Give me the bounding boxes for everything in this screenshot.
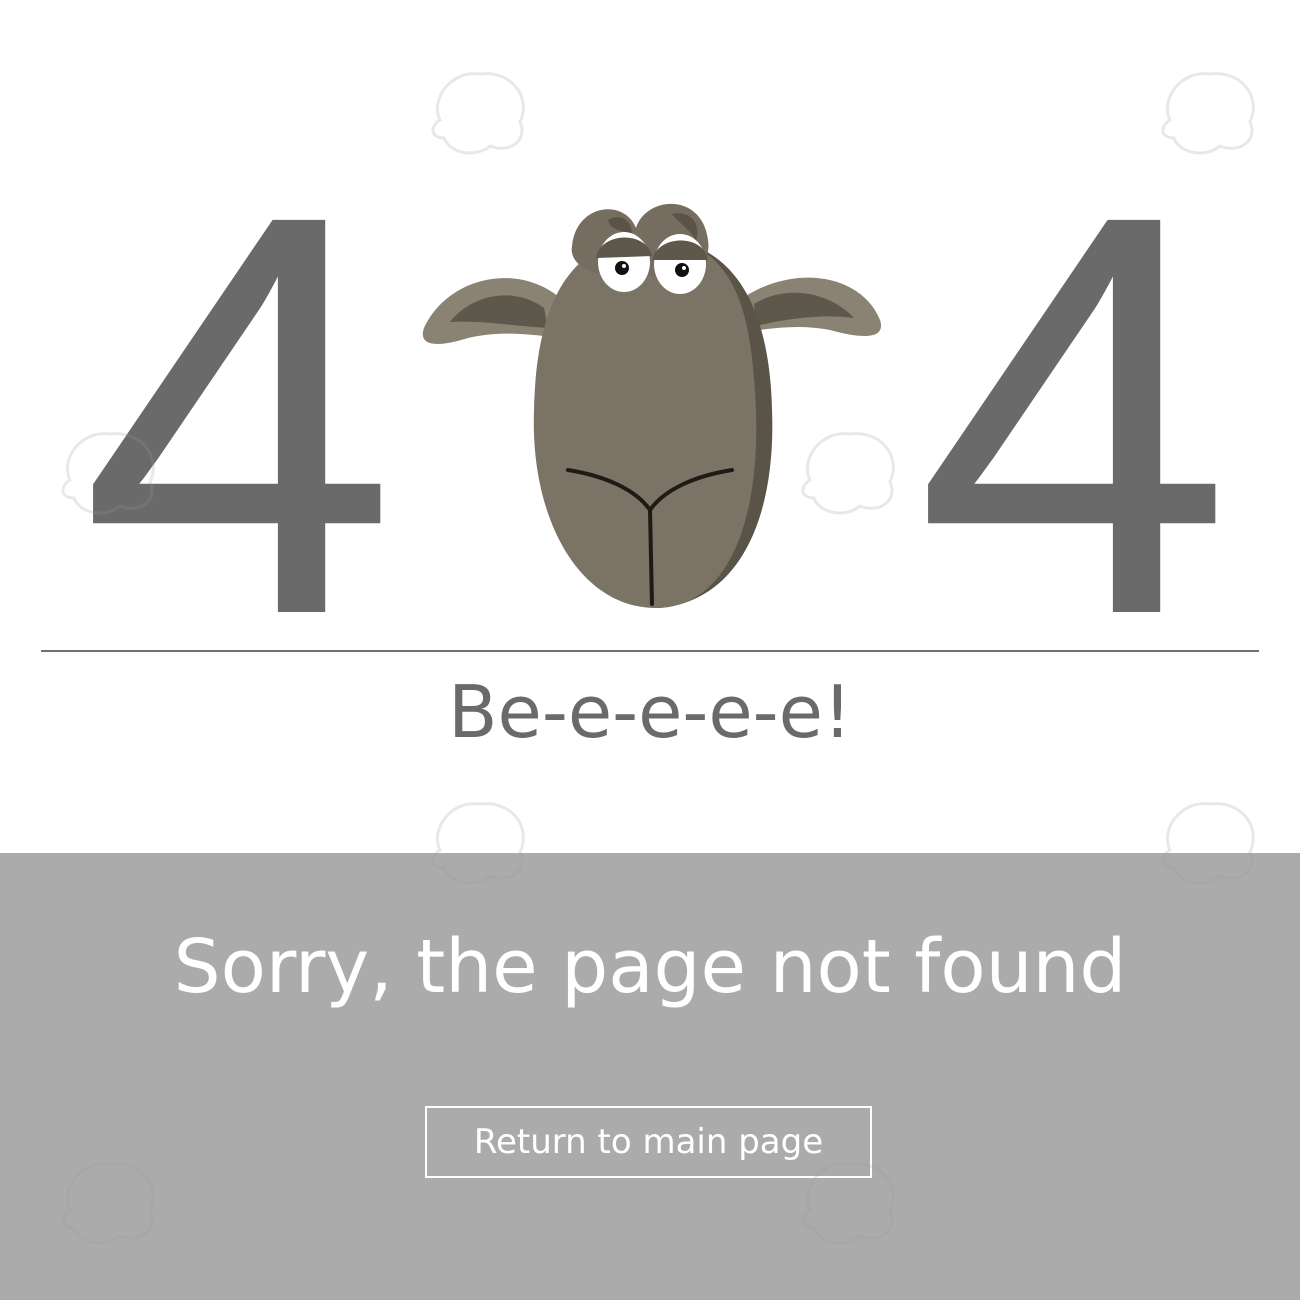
error-digit-right: 4: [915, 96, 1233, 733]
sheep-face: [533, 238, 757, 608]
error-header: 4 4 Be-e-e-e-e!: [0, 0, 1300, 853]
error-digit-left: 4: [80, 96, 398, 733]
return-to-main-button[interactable]: Return to main page: [425, 1106, 872, 1178]
not-found-message: Sorry, the page not found: [173, 924, 1127, 1010]
message-band: Sorry, the page not found Return to main…: [0, 853, 1300, 1300]
bleat-text: Be-e-e-e-e!: [448, 670, 852, 754]
sheep-head-illustration: [422, 203, 882, 608]
divider: [41, 650, 1259, 652]
